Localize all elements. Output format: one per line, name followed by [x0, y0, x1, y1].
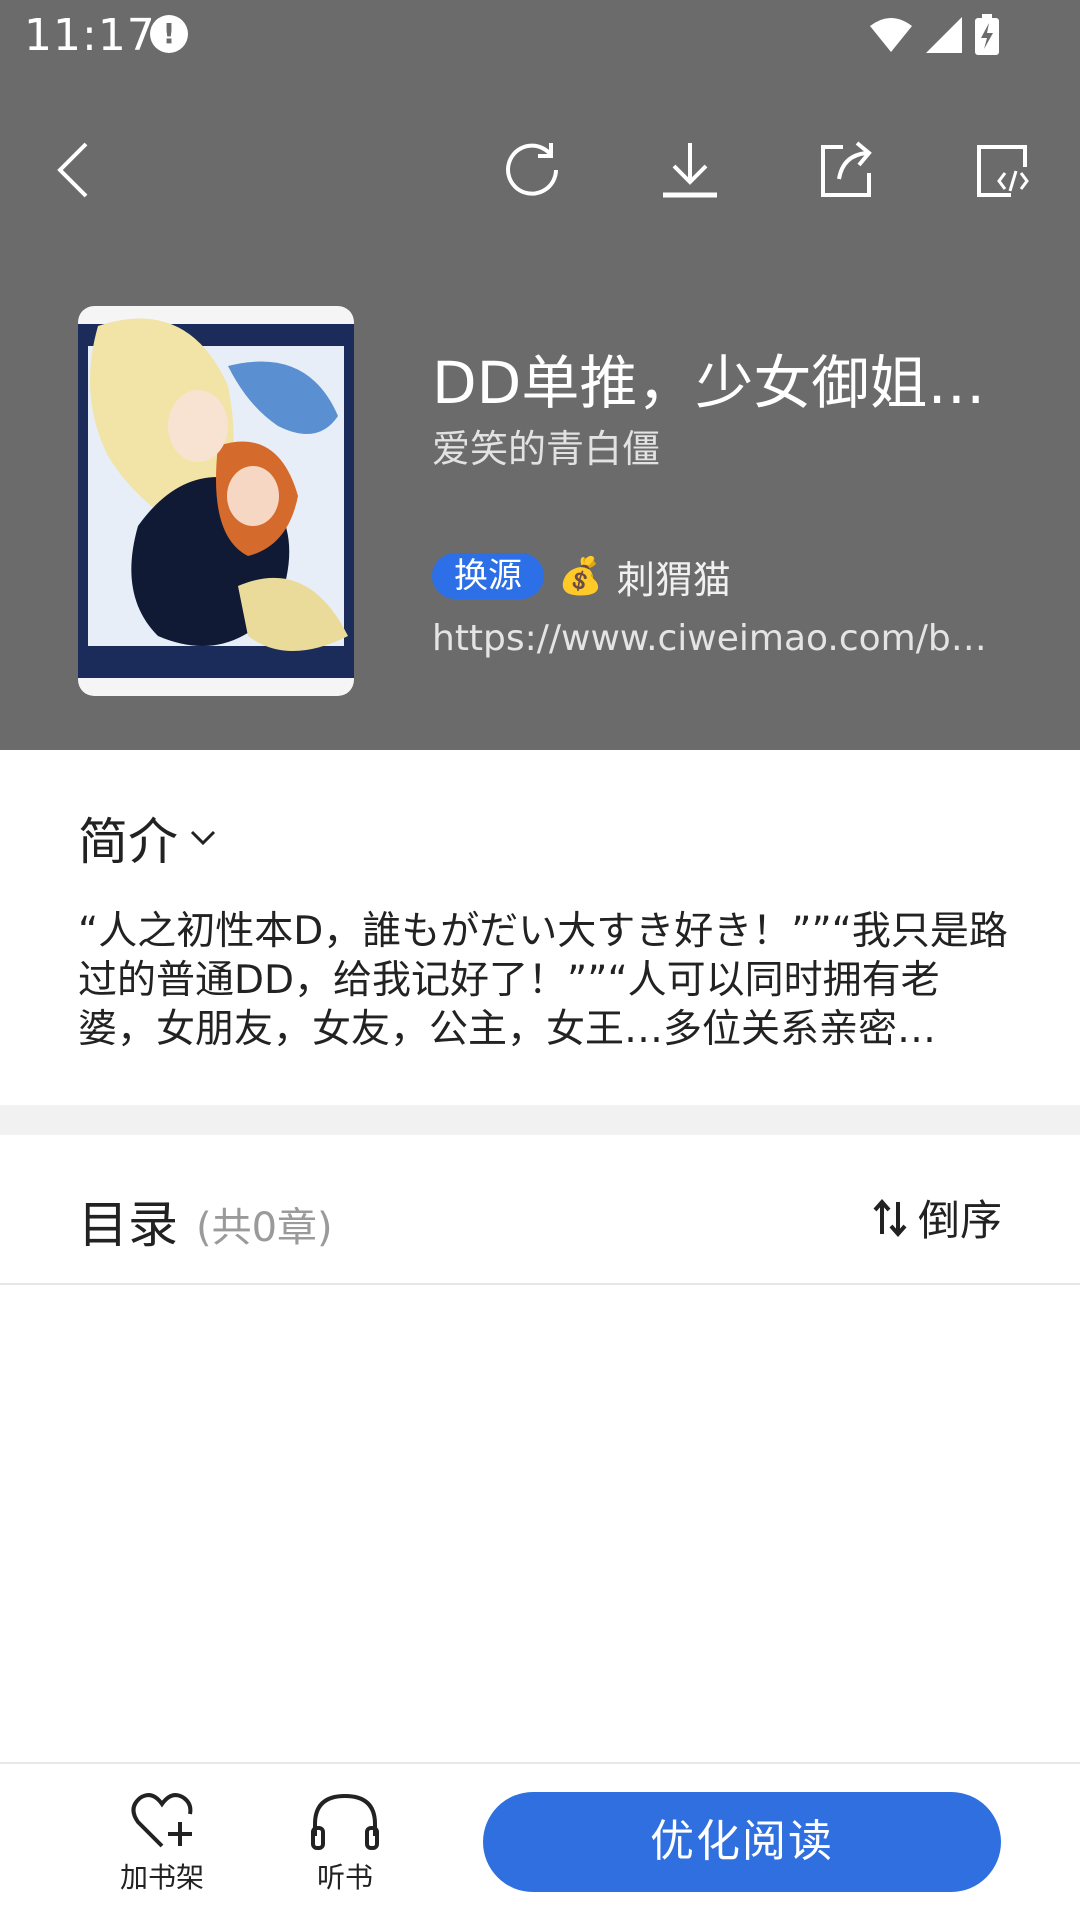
status-icons: [868, 14, 1000, 56]
sort-icon: [873, 1198, 907, 1237]
battery-charging-icon: [975, 14, 999, 55]
optimized-read-button[interactable]: 优化阅读: [483, 1792, 1001, 1892]
add-to-shelf-button[interactable]: 加书架: [92, 1792, 232, 1896]
download-button[interactable]: [652, 132, 728, 208]
download-icon: [663, 143, 717, 198]
share-icon: [821, 141, 872, 197]
toc-section: 目录 (共0章) 倒序: [0, 1135, 1080, 1285]
wifi-icon: [870, 18, 912, 52]
intro-text[interactable]: “人之初性本D，誰もがだい大すき好き！””“我只是路过的普通DD，给我记好了！”…: [78, 907, 1012, 1054]
cover-illustration: [78, 306, 354, 696]
refresh-icon: [506, 143, 558, 196]
intro-title: 简介: [78, 813, 178, 871]
alert-icon: !: [150, 15, 188, 53]
chevron-down-icon: [190, 830, 216, 846]
refresh-button[interactable]: [494, 132, 570, 208]
book-url[interactable]: https://www.ciweimao.com/bo…: [432, 618, 1002, 659]
book-cover[interactable]: [78, 306, 354, 696]
toc-count: (共0章): [196, 1205, 333, 1251]
headphones-icon: [311, 1793, 379, 1850]
status-time: 11:17: [24, 10, 156, 61]
status-bar: 11:17 !: [0, 0, 1080, 72]
change-source-button[interactable]: 换源: [432, 553, 544, 599]
book-author[interactable]: 爱笑的青白僵: [432, 418, 660, 473]
listen-label: 听书: [316, 1861, 373, 1894]
back-icon: [57, 142, 88, 198]
heart-plus-icon: [131, 1793, 193, 1848]
source-name[interactable]: 刺猬猫: [617, 549, 731, 604]
add-to-shelf-label: 加书架: [119, 1861, 204, 1894]
edit-source-button[interactable]: [964, 132, 1040, 208]
source-row: 换源 💰 刺猬猫: [432, 552, 731, 602]
back-button[interactable]: [36, 132, 112, 208]
share-button[interactable]: [808, 132, 884, 208]
signal-icon: [926, 17, 962, 53]
money-bag-icon: 💰: [558, 556, 603, 597]
section-divider: [0, 1105, 1080, 1135]
toolbar: [0, 110, 1080, 230]
intro-section: 简介 “人之初性本D，誰もがだい大すき好き！””“我只是路过的普通DD，给我记好…: [0, 750, 1080, 1105]
reverse-order-label: 倒序: [917, 1196, 1002, 1245]
book-header: 11:17 ! DD单推，少女御姐… 爱笑的青白僵 换源 💰 刺猬猫 https…: [0, 0, 1080, 750]
reverse-order-button[interactable]: 倒序: [872, 1187, 1002, 1248]
listen-button[interactable]: 听书: [275, 1792, 415, 1896]
book-title: DD单推，少女御姐…: [432, 349, 986, 417]
bottom-bar: 加书架 听书 优化阅读: [0, 1762, 1080, 1920]
intro-toggle[interactable]: 简介: [78, 802, 218, 874]
edit-source-icon: [977, 145, 1029, 197]
toc-title[interactable]: 目录: [78, 1185, 178, 1257]
